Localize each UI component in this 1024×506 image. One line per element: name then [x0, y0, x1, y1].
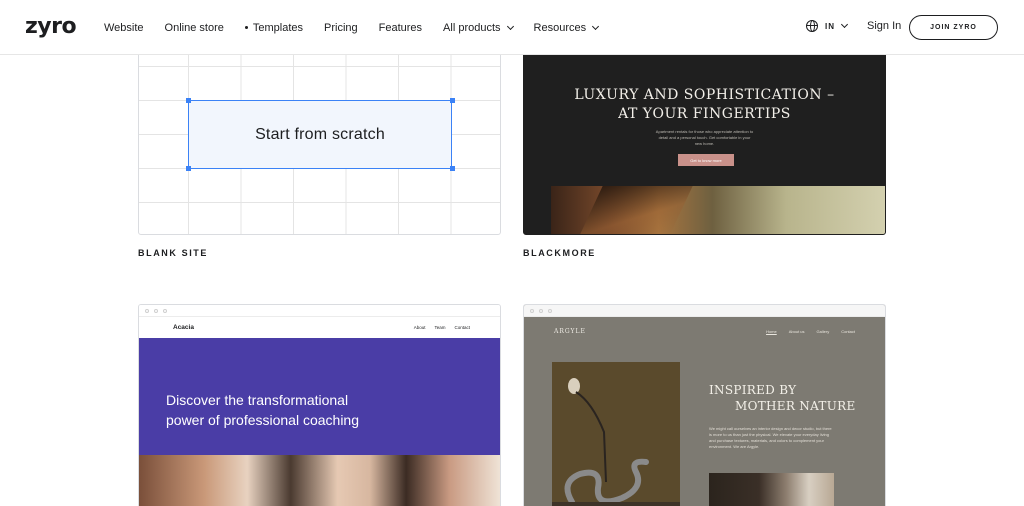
- window-dot-icon: [539, 309, 543, 313]
- language-selector[interactable]: IN: [806, 20, 849, 32]
- acacia-hero-photo: [139, 455, 500, 506]
- start-from-scratch-text: Start from scratch: [255, 125, 385, 143]
- window-dot-icon: [145, 309, 149, 313]
- argyle-lamp-image: [552, 362, 680, 506]
- nav-features[interactable]: Features: [379, 22, 422, 34]
- acacia-headline-line2: power of professional coaching: [166, 412, 360, 428]
- template-card-acacia[interactable]: Acacia About Team Contact Discover the t…: [138, 304, 501, 506]
- nav-templates[interactable]: Templates: [244, 21, 303, 34]
- argyle-headline-line1: INSPIRED BY: [709, 383, 797, 397]
- argyle-headline-line2: MOTHER NATURE: [735, 399, 856, 413]
- argyle-link: Contact: [841, 329, 855, 334]
- template-card-blank[interactable]: Start from scratch: [138, 40, 501, 235]
- acacia-links: About Team Contact: [414, 325, 470, 330]
- nav-templates-label: Templates: [252, 21, 303, 34]
- acacia-headline-line1: Discover the transformational: [166, 392, 349, 408]
- blackmore-subtext-body: Apartment rentals for those who apprecia…: [655, 129, 754, 146]
- lamp-sculpture-icon: [552, 378, 680, 506]
- argyle-headline: INSPIRED BY MOTHER NATURE: [709, 382, 856, 414]
- nav-all-products-label: All products: [443, 21, 501, 34]
- selection-handle-icon: [450, 166, 455, 171]
- template-card-argyle[interactable]: ARGYLE Home About us Gallery Contact INS…: [523, 304, 886, 506]
- template-name-blackmore[interactable]: BLACKMORE: [523, 248, 596, 258]
- template-card-blackmore[interactable]: LUXURY AND SOPHISTICATION – AT YOUR FING…: [523, 40, 886, 235]
- join-zyro-button[interactable]: JOIN ZYRO: [909, 15, 998, 40]
- acacia-preview-nav: Acacia About Team Contact: [139, 318, 500, 338]
- globe-icon: [806, 20, 818, 32]
- nav-features-label: Features: [378, 21, 423, 34]
- acacia-link: Team: [434, 325, 446, 330]
- argyle-links: Home About us Gallery Contact: [766, 329, 855, 334]
- selection-handle-icon: [186, 98, 191, 103]
- argyle-link: Home: [766, 329, 777, 334]
- window-dot-icon: [548, 309, 552, 313]
- window-dot-icon: [163, 309, 167, 313]
- active-dot-icon: [244, 26, 248, 29]
- nav-online-store[interactable]: Online store: [165, 22, 224, 34]
- blackmore-headline-line1: LUXURY AND SOPHISTICATION –: [574, 87, 835, 103]
- nav-resources-label: Resources: [533, 21, 587, 34]
- window-dot-icon: [530, 309, 534, 313]
- argyle-link: About us: [788, 329, 805, 334]
- blackmore-headline: LUXURY AND SOPHISTICATION – AT YOUR FING…: [524, 86, 885, 124]
- argyle-interior-photo: [709, 473, 834, 506]
- nav-all-products[interactable]: All products: [443, 21, 514, 34]
- acacia-logo: Acacia: [173, 324, 194, 331]
- argyle-link: Gallery: [816, 329, 830, 334]
- selection-handle-icon: [186, 166, 191, 171]
- chevron-down-icon: [506, 22, 514, 30]
- language-code: IN: [825, 21, 835, 31]
- start-from-scratch-box: Start from scratch: [188, 100, 452, 169]
- blackmore-subtext: Apartment rentals for those who apprecia…: [524, 129, 885, 147]
- sign-in-link[interactable]: Sign In: [867, 20, 901, 32]
- nav-resources[interactable]: Resources: [533, 21, 600, 34]
- template-name-blank[interactable]: BLANK SITE: [138, 248, 208, 258]
- argyle-logo: ARGYLE: [554, 328, 586, 335]
- main-nav: Website Online store Templates Pricing F…: [104, 0, 619, 55]
- zyro-logo[interactable]: zyro: [25, 14, 77, 39]
- browser-window-bar: [524, 305, 885, 317]
- acacia-link: About: [413, 325, 426, 330]
- selection-handle-icon: [450, 98, 455, 103]
- nav-pricing[interactable]: Pricing: [324, 22, 358, 34]
- blackmore-hero-image: [551, 186, 885, 234]
- acacia-hero: Discover the transformational power of p…: [139, 338, 500, 455]
- acacia-link: Contact: [454, 325, 470, 330]
- window-dot-icon: [154, 309, 158, 313]
- acacia-headline: Discover the transformational power of p…: [166, 390, 359, 430]
- blackmore-headline-line2: AT YOUR FINGERTIPS: [618, 106, 791, 122]
- chevron-down-icon: [840, 20, 849, 29]
- nav-pricing-label: Pricing: [324, 21, 358, 34]
- argyle-body-text: We might call ourselves an interior desi…: [709, 426, 832, 449]
- nav-online-store-label: Online store: [164, 21, 224, 34]
- browser-window-bar: [139, 305, 500, 317]
- nav-website[interactable]: Website: [104, 22, 144, 34]
- top-navigation-bar: zyro Website Online store Templates Pric…: [0, 0, 1024, 55]
- chevron-down-icon: [592, 22, 600, 30]
- blackmore-cta-button: Get to know more: [678, 154, 734, 166]
- nav-website-label: Website: [104, 21, 144, 34]
